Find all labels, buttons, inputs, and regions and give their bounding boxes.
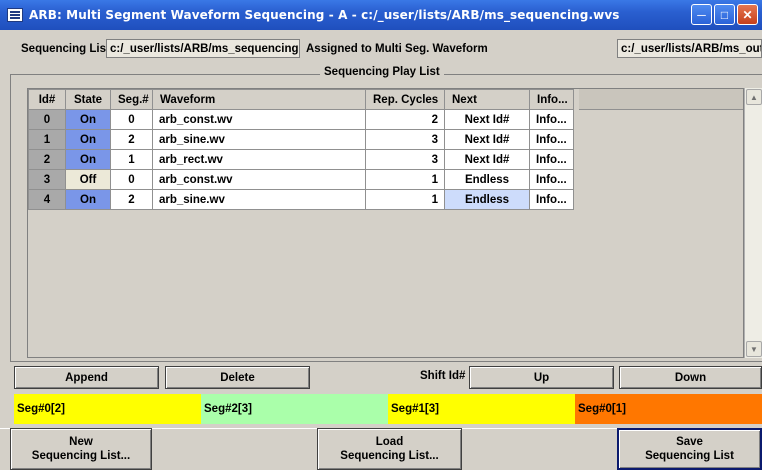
table-vertical-scrollbar[interactable]: ▲ ▼: [744, 88, 762, 358]
row-waveform-cell[interactable]: arb_const.wv: [152, 109, 366, 130]
load-button-line2: Sequencing List...: [340, 450, 439, 462]
table-header-filler: [579, 89, 743, 110]
row-state-cell[interactable]: On: [65, 129, 111, 150]
new-button-line2: Sequencing List...: [31, 450, 131, 462]
table-header-row: Id# State Seg.# Waveform Rep. Cycles Nex…: [28, 89, 574, 110]
sequencing-list-path-field[interactable]: c:/_user/lists/ARB/ms_sequencing: [106, 39, 300, 58]
column-header-waveform: Waveform: [152, 89, 366, 110]
row-waveform-cell[interactable]: arb_sine.wv: [152, 189, 366, 210]
table-row[interactable]: 3 Off 0 arb_const.wv 1 Endless Info...: [28, 169, 574, 190]
load-button-line1: Load: [375, 436, 404, 448]
minimize-icon[interactable]: ─: [691, 4, 712, 25]
column-header-segment: Seg.#: [110, 89, 153, 110]
save-button-line1: Save: [676, 436, 703, 448]
append-button[interactable]: Append: [14, 366, 159, 389]
sequencing-list-label: Sequencing List: [21, 43, 110, 55]
new-sequencing-list-button[interactable]: New Sequencing List...: [10, 428, 152, 470]
window-title: ARB: Multi Segment Waveform Sequencing -…: [29, 8, 620, 22]
assigned-waveform-label: Assigned to Multi Seg. Waveform: [306, 43, 488, 55]
window-controls: ─ □ ✕: [691, 4, 758, 25]
load-sequencing-list-button[interactable]: Load Sequencing List...: [317, 428, 462, 470]
row-id-cell: 1: [28, 129, 66, 150]
row-segment-cell[interactable]: 2: [110, 129, 153, 150]
row-state-cell[interactable]: On: [65, 109, 111, 130]
column-header-state: State: [65, 89, 111, 110]
row-waveform-cell[interactable]: arb_rect.wv: [152, 149, 366, 170]
row-rep-cycles-cell[interactable]: 1: [365, 189, 445, 210]
row-info-button[interactable]: Info...: [529, 109, 574, 130]
title-bar: ARB: Multi Segment Waveform Sequencing -…: [0, 0, 762, 30]
row-id-cell: 4: [28, 189, 66, 210]
save-sequencing-list-button[interactable]: Save Sequencing List: [617, 428, 762, 470]
row-state-cell[interactable]: On: [65, 149, 111, 170]
row-next-cell[interactable]: Endless: [444, 169, 530, 190]
row-segment-cell[interactable]: 1: [110, 149, 153, 170]
timeline-segment: Seg#0[1]: [575, 394, 762, 424]
row-rep-cycles-cell[interactable]: 2: [365, 109, 445, 130]
row-id-cell: 0: [28, 109, 66, 130]
row-segment-cell[interactable]: 0: [110, 169, 153, 190]
segment-timeline: Seg#0[2] Seg#2[3] Seg#1[3] Seg#0[1]: [14, 394, 762, 424]
row-info-button[interactable]: Info...: [529, 189, 574, 210]
row-next-cell[interactable]: Next Id#: [444, 149, 530, 170]
row-next-cell[interactable]: Next Id#: [444, 109, 530, 130]
row-id-cell: 3: [28, 169, 66, 190]
close-icon[interactable]: ✕: [737, 4, 758, 25]
row-next-cell[interactable]: Next Id#: [444, 129, 530, 150]
shift-down-button[interactable]: Down: [619, 366, 762, 389]
row-rep-cycles-cell[interactable]: 3: [365, 129, 445, 150]
row-info-button[interactable]: Info...: [529, 149, 574, 170]
table-row[interactable]: 4 On 2 arb_sine.wv 1 Endless Info...: [28, 189, 574, 210]
scroll-up-icon[interactable]: ▲: [746, 89, 762, 105]
assigned-waveform-path-field[interactable]: c:/_user/lists/ARB/ms_out: [617, 39, 762, 58]
row-rep-cycles-cell[interactable]: 3: [365, 149, 445, 170]
delete-button[interactable]: Delete: [165, 366, 310, 389]
row-state-cell[interactable]: On: [65, 189, 111, 210]
row-next-cell-selected[interactable]: Endless: [444, 189, 530, 210]
row-info-button[interactable]: Info...: [529, 129, 574, 150]
row-rep-cycles-cell[interactable]: 1: [365, 169, 445, 190]
timeline-segment: Seg#0[2]: [14, 394, 201, 424]
row-waveform-cell[interactable]: arb_const.wv: [152, 169, 366, 190]
column-header-rep-cycles: Rep. Cycles: [365, 89, 445, 110]
timeline-segment: Seg#1[3]: [388, 394, 575, 424]
table-row[interactable]: 1 On 2 arb_sine.wv 3 Next Id# Info...: [28, 129, 574, 150]
table-row[interactable]: 0 On 0 arb_const.wv 2 Next Id# Info...: [28, 109, 574, 130]
play-list-table: Id# State Seg.# Waveform Rep. Cycles Nex…: [28, 89, 574, 210]
scroll-down-icon[interactable]: ▼: [746, 341, 762, 357]
row-info-button[interactable]: Info...: [529, 169, 574, 190]
column-header-next: Next: [444, 89, 530, 110]
sequencing-play-list-title: Sequencing Play List: [320, 66, 444, 78]
row-waveform-cell[interactable]: arb_sine.wv: [152, 129, 366, 150]
row-id-cell: 2: [28, 149, 66, 170]
column-header-info: Info...: [529, 89, 574, 110]
play-list-table-container: Id# State Seg.# Waveform Rep. Cycles Nex…: [27, 88, 744, 358]
sequencing-list-row: Sequencing List c:/_user/lists/ARB/ms_se…: [0, 38, 762, 60]
shift-up-button[interactable]: Up: [469, 366, 614, 389]
row-segment-cell[interactable]: 2: [110, 189, 153, 210]
row-segment-cell[interactable]: 0: [110, 109, 153, 130]
table-row[interactable]: 2 On 1 arb_rect.wv 3 Next Id# Info...: [28, 149, 574, 170]
new-button-line1: New: [69, 436, 93, 448]
window-app-icon[interactable]: [7, 8, 23, 22]
shift-id-label: Shift Id#: [420, 370, 466, 382]
timeline-segment: Seg#2[3]: [201, 394, 388, 424]
maximize-icon[interactable]: □: [714, 4, 735, 25]
row-state-cell[interactable]: Off: [65, 169, 111, 190]
save-button-line2: Sequencing List: [645, 450, 734, 462]
column-header-id: Id#: [28, 89, 66, 110]
